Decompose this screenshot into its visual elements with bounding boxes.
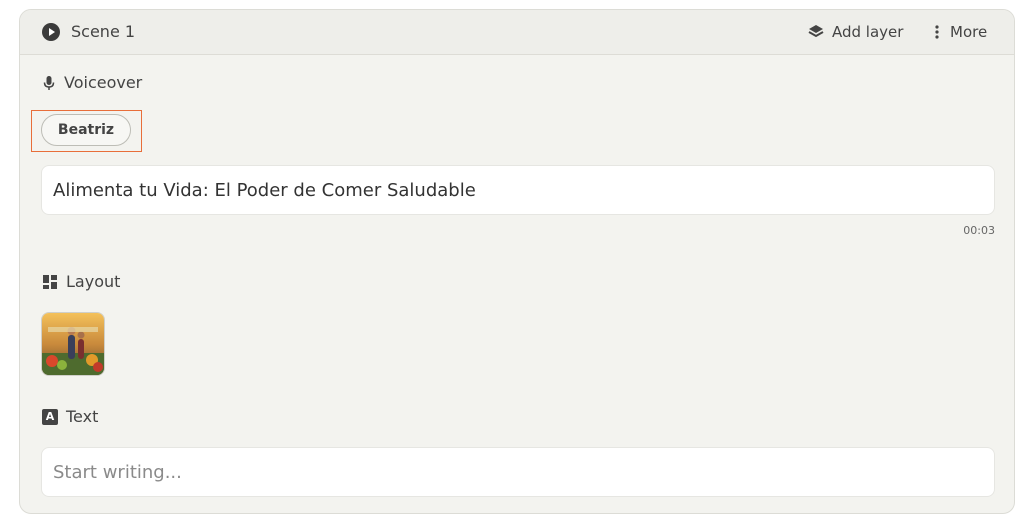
voiceover-script-input[interactable]: Alimenta tu Vida: El Poder de Comer Salu… (41, 165, 995, 215)
text-input-placeholder: Start writing... (53, 461, 182, 483)
layout-thumbnail[interactable] (41, 312, 105, 376)
layout-label: Layout (66, 272, 121, 291)
voiceover-section-label: Voiceover (42, 73, 142, 92)
scene-header: Scene 1 Add layer More (20, 10, 1014, 55)
text-input[interactable]: Start writing... (41, 447, 995, 497)
market-scene-image (42, 313, 104, 375)
layout-section-label: Layout (42, 272, 120, 291)
voiceover-script-text: Alimenta tu Vida: El Poder de Comer Salu… (53, 179, 476, 201)
more-button[interactable]: More (934, 21, 987, 43)
text-section-label: A Text (42, 407, 98, 426)
voiceover-label: Voiceover (64, 73, 143, 92)
add-layer-button[interactable]: Add layer (808, 21, 903, 43)
add-layer-label: Add layer (832, 23, 904, 41)
scene-card: Scene 1 Add layer More Voiceover Beatriz (19, 9, 1015, 514)
more-vertical-icon (935, 25, 939, 39)
layers-icon (808, 25, 824, 38)
layout-grid-icon (43, 274, 57, 289)
microphone-icon (43, 75, 55, 90)
voice-select-chip[interactable]: Beatriz (41, 114, 131, 146)
text-badge-icon: A (42, 408, 58, 425)
more-label: More (950, 23, 988, 41)
text-label: Text (66, 407, 99, 426)
play-circle-icon[interactable] (42, 23, 60, 41)
voiceover-duration: 00:03 (963, 224, 995, 237)
scene-title: Scene 1 (71, 22, 136, 41)
